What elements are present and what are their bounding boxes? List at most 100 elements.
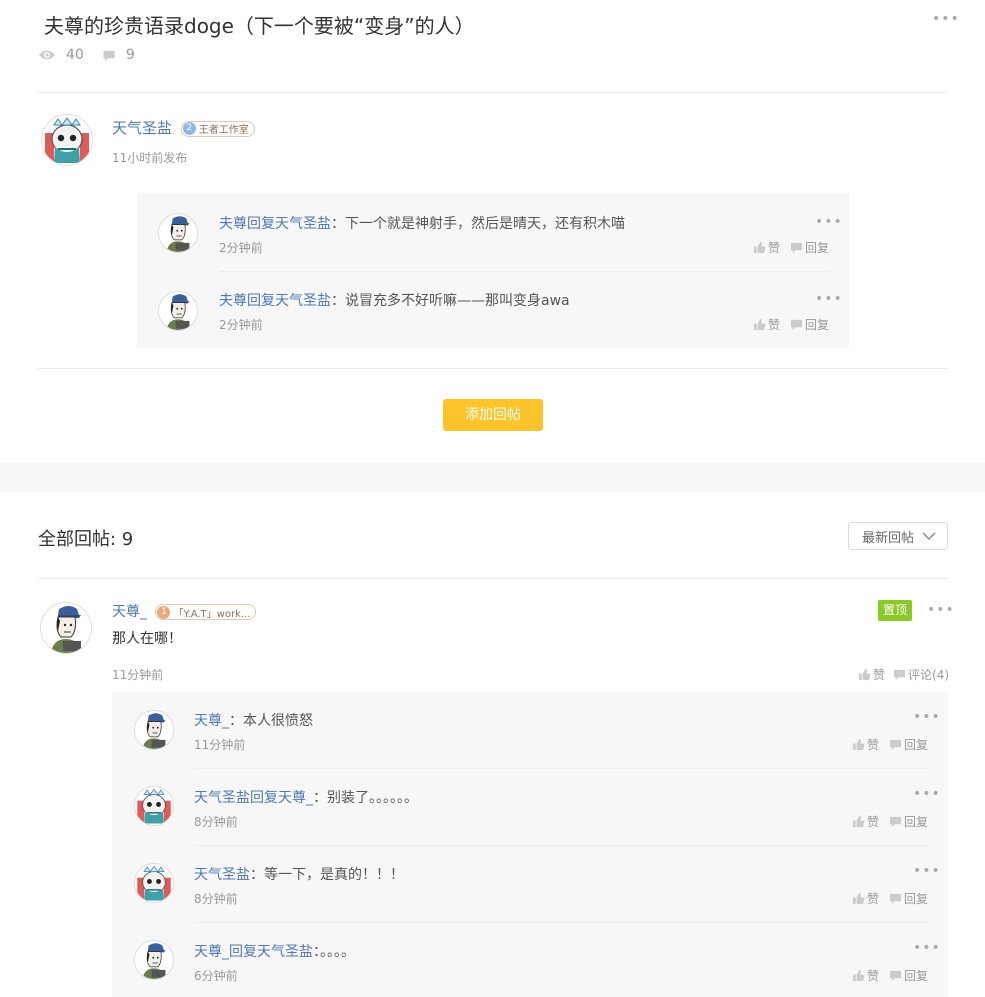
more-dots-icon[interactable]: ••• [913, 864, 941, 878]
badge-text: 「Y.A.T」work... [173, 608, 251, 620]
reply-time: 2分钟前 [219, 318, 263, 332]
like-button[interactable]: 赞 [852, 813, 879, 830]
reply-button[interactable]: 回复 [889, 813, 928, 830]
avatar[interactable] [134, 940, 174, 980]
speech-bubble-icon [790, 241, 803, 254]
reply-actions: 赞 回复 [842, 967, 928, 984]
avatar[interactable] [41, 114, 93, 166]
author-name[interactable]: 天气圣盐 [112, 119, 172, 137]
chevron-down-icon [922, 532, 936, 540]
avatar[interactable] [158, 291, 198, 331]
reply-line: 夫尊回复天气圣盐：说冒充多不好听嘛——那叫变身awa [219, 290, 570, 310]
divider [219, 271, 830, 272]
reply-actions: 赞 回复 [842, 736, 928, 753]
more-dots-icon[interactable]: ••• [932, 12, 960, 26]
reply-time: 8分钟前 [194, 815, 238, 829]
like-button[interactable]: 赞 [852, 736, 879, 753]
reply-user[interactable]: 天气圣盐 [194, 790, 250, 806]
avatar[interactable] [134, 786, 174, 826]
eye-icon [39, 50, 55, 60]
speech-bubble-icon [889, 815, 902, 828]
sort-select[interactable]: 最新回帖 [848, 522, 948, 550]
reply-user[interactable]: 天气圣盐 [194, 867, 250, 883]
like-button[interactable]: 赞 [753, 316, 780, 333]
avatar[interactable] [134, 710, 174, 750]
comments-count: 9 [125, 47, 135, 63]
reply-target[interactable]: 天气圣盐 [275, 293, 331, 309]
reply-user[interactable]: 天尊_ [194, 713, 229, 729]
add-reply-button[interactable]: 添加回帖 [443, 399, 543, 431]
reply-button[interactable]: 回复 [790, 239, 829, 256]
reply-colon: ： [229, 713, 243, 729]
reply-box: 夫尊回复天气圣盐：下一个就是神射手，然后是晴天，还有积木喵 2分钟前 ••• 赞… [137, 193, 849, 348]
like-label: 赞 [867, 969, 880, 983]
more-dots-icon[interactable]: ••• [815, 215, 843, 229]
comment-button[interactable]: 评论(4) [893, 666, 949, 683]
reply-word: 回复 [229, 944, 257, 960]
reply-button[interactable]: 回复 [889, 967, 928, 984]
reply-line: 天气圣盐：等一下，是真的！！！ [194, 864, 404, 884]
sort-selected: 最新回帖 [862, 530, 915, 546]
reply-line: 天尊_：本人很愤怒 [194, 710, 313, 730]
reply-colon: ： [250, 867, 264, 883]
comment-label: 评论(4) [908, 668, 950, 682]
thumbs-up-icon [852, 969, 865, 982]
reply-button[interactable]: 回复 [889, 890, 928, 907]
badge-level: 2 [182, 122, 196, 135]
reply-label: 回复 [904, 892, 929, 906]
more-dots-icon[interactable]: ••• [815, 292, 843, 306]
speech-bubble-icon [889, 969, 902, 982]
like-button[interactable]: 赞 [852, 967, 879, 984]
post-title: 夫尊的珍贵语录doge（下一个要被“变身”的人） [44, 14, 475, 38]
reply-user[interactable]: 夫尊 [219, 216, 247, 232]
reply-colon: ： [331, 293, 345, 309]
reply-text: 说冒充多不好听嘛——那叫变身awa [345, 293, 570, 309]
badge-level: 1 [157, 605, 171, 619]
divider [38, 92, 948, 93]
author-time: 11小时前发布 [112, 151, 188, 165]
reply-word: 回复 [247, 216, 275, 232]
reply-target[interactable]: 天气圣盐 [275, 216, 331, 232]
reply-target[interactable]: 天尊_ [278, 790, 313, 806]
floor-actions: 赞 评论(4) [848, 666, 949, 683]
reply-user[interactable]: 天尊_ [194, 944, 229, 960]
thumbs-up-icon [852, 738, 865, 751]
reply-target[interactable]: 天气圣盐 [257, 944, 313, 960]
like-button[interactable]: 赞 [858, 666, 885, 683]
more-dots-icon[interactable]: ••• [913, 941, 941, 955]
more-dots-icon[interactable]: ••• [927, 603, 955, 617]
more-dots-icon[interactable]: ••• [913, 787, 941, 801]
avatar[interactable] [40, 602, 92, 654]
like-label: 赞 [867, 738, 880, 752]
reply-actions: 赞 回复 [743, 239, 829, 256]
reply-button[interactable]: 回复 [790, 316, 829, 333]
avatar[interactable] [158, 213, 198, 253]
reply-line: 夫尊回复天气圣盐：下一个就是神射手，然后是晴天，还有积木喵 [219, 213, 625, 233]
more-dots-icon[interactable]: ••• [913, 710, 941, 724]
divider [38, 578, 948, 579]
thumbs-up-icon [753, 318, 766, 331]
avatar[interactable] [134, 863, 174, 903]
like-button[interactable]: 赞 [753, 239, 780, 256]
comment-icon [103, 50, 115, 61]
floor-author-name[interactable]: 天尊_ [112, 604, 147, 620]
reply-button[interactable]: 回复 [889, 736, 928, 753]
floor-time: 11分钟前 [112, 668, 164, 682]
author-line: 天气圣盐 2 王者工作室 [112, 117, 255, 138]
reply-user[interactable]: 夫尊 [219, 293, 247, 309]
divider [194, 845, 928, 846]
reply-text: 别装了。。。。。。 [327, 790, 418, 806]
reply-label: 回复 [805, 241, 830, 255]
reply-text: 等一下，是真的！！！ [264, 867, 404, 883]
reply-time: 11分钟前 [194, 738, 246, 752]
like-button[interactable]: 赞 [852, 890, 879, 907]
reply-line: 天气圣盐回复天尊_：别装了。。。。。。 [194, 787, 418, 807]
divider [38, 368, 948, 369]
reply-word: 回复 [250, 790, 278, 806]
like-label: 赞 [867, 892, 880, 906]
author-badge[interactable]: 2 王者工作室 [180, 120, 255, 137]
floor-badge[interactable]: 1 「Y.A.T」work... [155, 604, 257, 620]
divider [194, 922, 928, 923]
like-label: 赞 [873, 668, 886, 682]
reply-colon: ： [313, 944, 320, 960]
